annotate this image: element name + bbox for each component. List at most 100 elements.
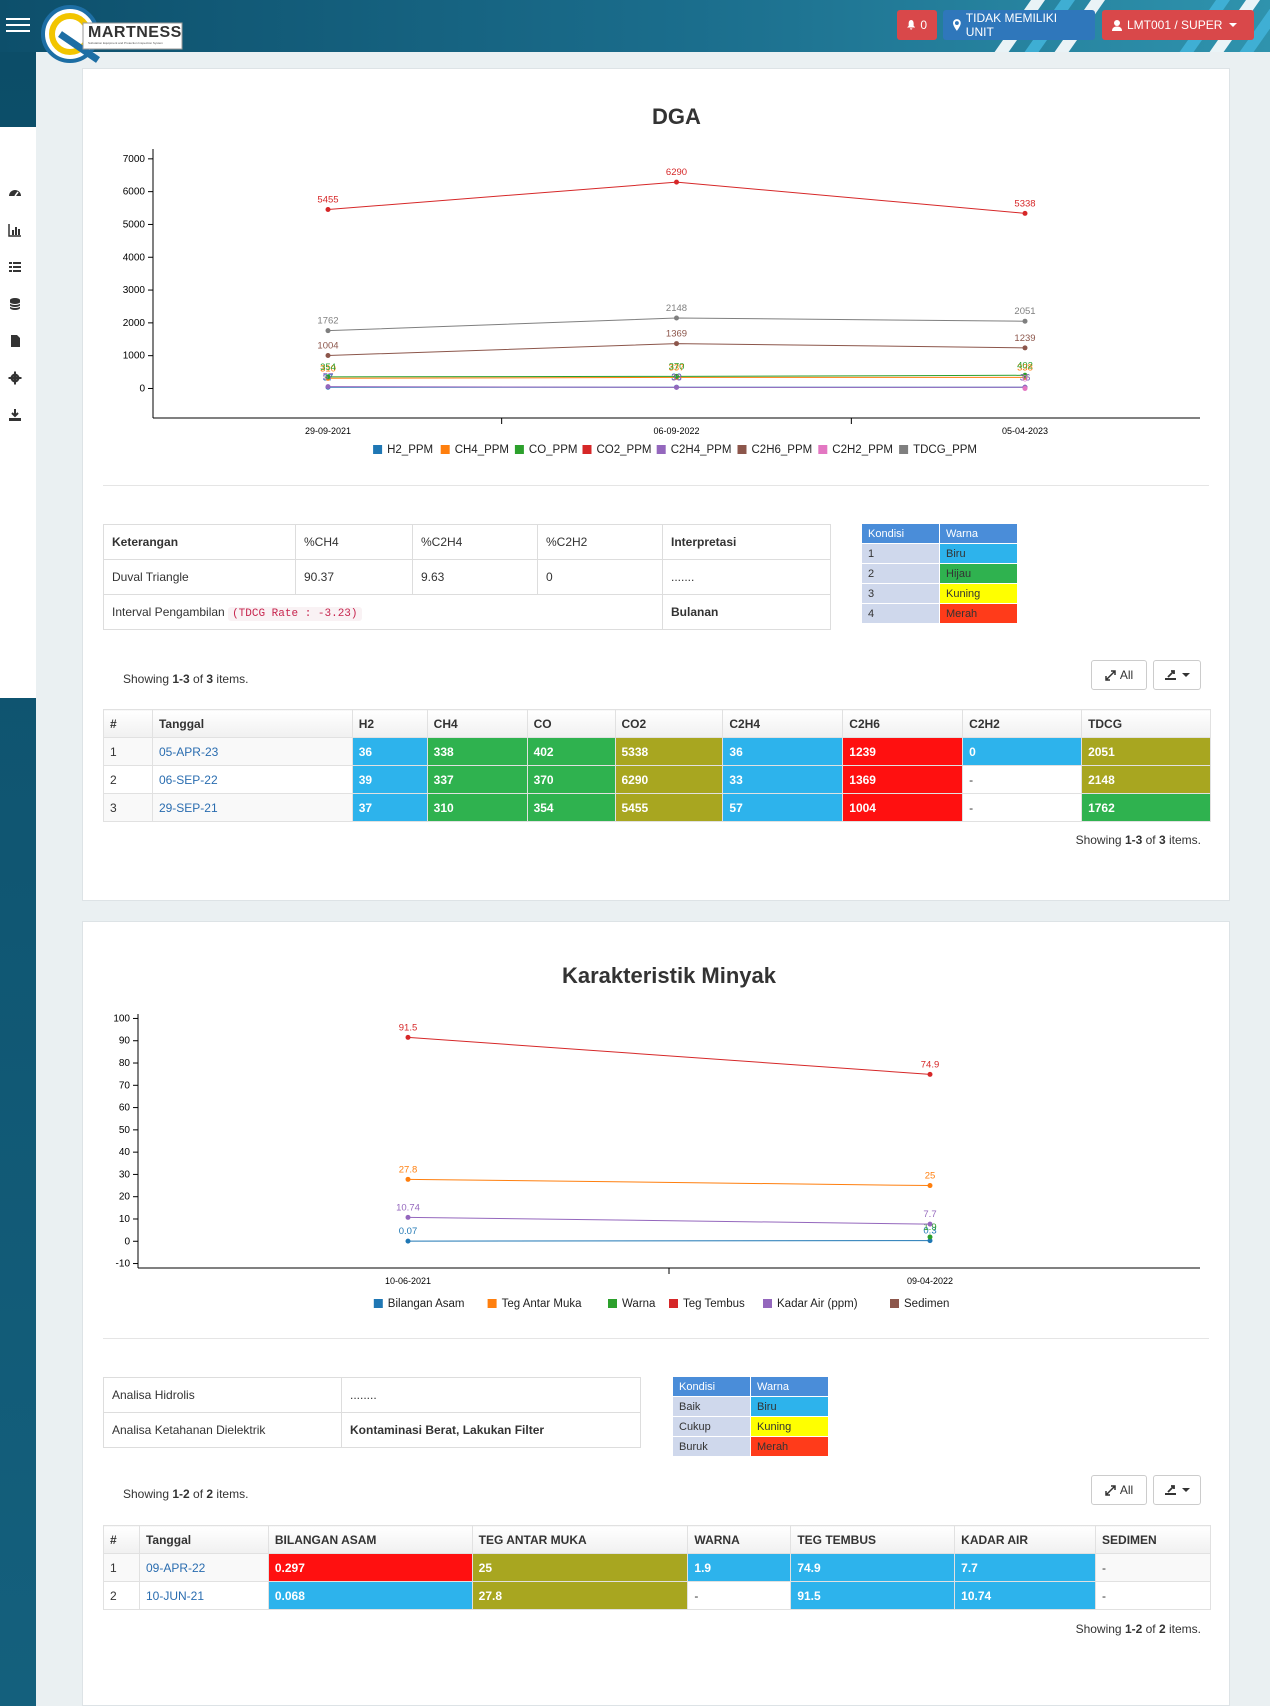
- column-header[interactable]: Tanggal: [151, 709, 353, 738]
- y-tick-label: 30: [119, 1169, 131, 1180]
- table-cell: 57: [722, 793, 844, 822]
- data-point: [325, 384, 331, 390]
- kondisi-label: 2: [861, 563, 940, 584]
- data-label: 0.07: [399, 1226, 418, 1237]
- menu-toggle-icon[interactable]: [6, 14, 30, 36]
- info-cell: 9.63: [412, 559, 538, 595]
- column-header[interactable]: TEG ANTAR MUKA: [471, 1525, 689, 1554]
- column-header[interactable]: #: [103, 709, 153, 738]
- data-point: [927, 1234, 933, 1240]
- y-tick-label: 3000: [123, 285, 146, 296]
- column-header[interactable]: TDCG: [1081, 709, 1211, 738]
- date-link[interactable]: 06-SEP-22: [151, 765, 353, 794]
- date-link[interactable]: 29-SEP-21: [151, 793, 353, 822]
- summary-text: of: [1142, 1622, 1159, 1636]
- data-label: 74.9: [921, 1059, 940, 1070]
- data-point: [405, 1238, 411, 1244]
- column-header[interactable]: CH4: [426, 709, 528, 738]
- date-link[interactable]: 09-APR-22: [138, 1553, 269, 1582]
- legend-label: H2_PPM: [387, 444, 433, 456]
- download-icon[interactable]: [8, 408, 22, 422]
- legend-swatch: [440, 445, 450, 454]
- unit-button[interactable]: TIDAK MEMILIKI UNIT: [943, 10, 1095, 40]
- sidebar: [0, 52, 36, 1706]
- minyak-chart: Karakteristik Minyak -10 0 10 20 30 40 50 60 70 80…: [113, 963, 1200, 1310]
- file-icon[interactable]: [8, 334, 22, 348]
- data-label: 370: [669, 361, 685, 372]
- bar-chart-icon[interactable]: [8, 223, 22, 237]
- table-cell: 370: [526, 765, 616, 794]
- y-tick-label: 70: [119, 1080, 131, 1091]
- show-all-button[interactable]: All: [1091, 660, 1147, 690]
- summary-text: of: [1142, 833, 1159, 847]
- column-header[interactable]: SEDIMEN: [1095, 1525, 1211, 1554]
- export-button[interactable]: [1153, 1475, 1201, 1505]
- database-icon[interactable]: [8, 297, 22, 311]
- table-cell: 27.8: [471, 1581, 689, 1610]
- column-header[interactable]: C2H4: [722, 709, 844, 738]
- summary-range: 1-2: [1124, 1622, 1143, 1636]
- data-label: 1369: [666, 329, 687, 340]
- series-line: [407, 1178, 931, 1187]
- list-icon[interactable]: [8, 260, 22, 274]
- table-cell: 1: [103, 1553, 140, 1582]
- table-row: 3 29-SEP-21 37 310 354 5455 57 1004-1762: [103, 793, 1211, 822]
- show-all-button[interactable]: All: [1091, 1475, 1147, 1505]
- column-header[interactable]: WARNA: [687, 1525, 792, 1554]
- duval-info-table: Keterangan %CH4 %C2H4 %C2H2 Interpretasi…: [103, 524, 831, 630]
- export-button[interactable]: [1153, 660, 1201, 690]
- data-point: [927, 1221, 933, 1227]
- column-header[interactable]: CO2: [614, 709, 724, 738]
- notification-button[interactable]: 0: [897, 10, 937, 40]
- column-header[interactable]: CO: [526, 709, 616, 738]
- data-label: 91.5: [399, 1022, 418, 1033]
- y-tick-label: 6000: [123, 187, 146, 198]
- user-menu-button[interactable]: LMT001 / SUPER: [1102, 10, 1254, 40]
- dga-chart: DGA 0 1000 2000 3000 4000 5000 6000 7000 29-09-20…: [123, 104, 1200, 456]
- column-header[interactable]: H2: [351, 709, 428, 738]
- y-tick-label: 7000: [123, 154, 146, 165]
- summary-range: 1-2: [172, 1487, 190, 1501]
- legend-label: CH4_PPM: [455, 444, 509, 456]
- column-header[interactable]: C2H2: [962, 709, 1083, 738]
- kondisi-label: Buruk: [672, 1436, 751, 1457]
- column-header[interactable]: TEG TEMBUS: [790, 1525, 956, 1554]
- column-header[interactable]: KADAR AIR: [954, 1525, 1097, 1554]
- date-link[interactable]: 10-JUN-21: [138, 1581, 269, 1610]
- app-logo[interactable]: MARTNESS Substation Equipment and Protec…: [40, 4, 185, 66]
- table-cell: 5338: [614, 737, 724, 766]
- legend-swatch: [608, 1299, 617, 1308]
- warna-label: Biru: [750, 1396, 829, 1417]
- column-header[interactable]: BILANGAN ASAM: [267, 1525, 473, 1554]
- table-cell: 33: [722, 765, 844, 794]
- column-header[interactable]: Tanggal: [138, 1525, 269, 1554]
- table-row: 2 10-JUN-21 0.068 27.8-91.5 10.74-: [103, 1581, 1211, 1610]
- minyak-data-table: # Tanggal BILANGAN ASAM TEG ANTAR MUKA WARNA…: [103, 1525, 1211, 1610]
- data-label: 7.7: [923, 1209, 936, 1220]
- table-cell: 10.74: [954, 1581, 1097, 1610]
- x-tick-label: 09-04-2022: [907, 1276, 953, 1286]
- y-tick-label: 50: [119, 1125, 131, 1136]
- interval-cell: Interval Pengambilan (TDCG Rate : -3.23): [103, 594, 663, 630]
- date-link[interactable]: 05-APR-23: [151, 737, 353, 766]
- column-header[interactable]: C2H6: [842, 709, 964, 738]
- table-cell: 2: [103, 1581, 140, 1610]
- legend-label: TDCG_PPM: [913, 444, 977, 456]
- summary-text: Showing: [123, 672, 173, 686]
- column-header[interactable]: #: [103, 1525, 140, 1554]
- interval-label: Interval Pengambilan: [112, 604, 225, 619]
- warna-label: Merah: [939, 603, 1018, 624]
- data-point: [927, 1183, 933, 1189]
- show-all-label: All: [1119, 668, 1134, 682]
- bell-icon: [907, 20, 916, 30]
- table-cell: 1004: [842, 793, 964, 822]
- data-label: 2148: [666, 303, 687, 314]
- gear-icon[interactable]: [8, 371, 22, 385]
- info-cell: Duval Triangle: [103, 559, 296, 595]
- legend-swatch: [487, 1299, 497, 1308]
- table-cell: 3: [103, 793, 153, 822]
- dashboard-icon[interactable]: [8, 186, 22, 200]
- dga-data-table: # Tanggal H2 CH4 CO CO2 C2H4 C2H6 C2H2 TDCG 1 05-AP…: [103, 709, 1211, 822]
- data-point: [1022, 385, 1028, 391]
- table-cell: -: [1095, 1581, 1211, 1610]
